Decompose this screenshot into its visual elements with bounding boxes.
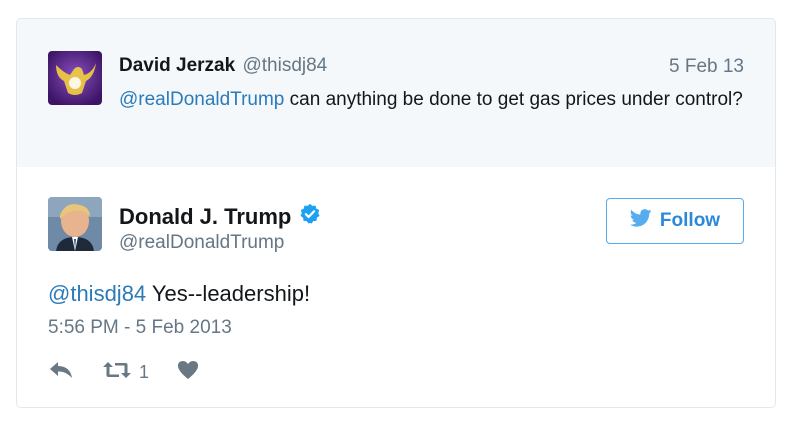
tweet-avatar[interactable] [48,197,102,251]
tweet-actions: 1 [48,360,199,384]
like-action[interactable] [177,360,199,385]
reply-action[interactable] [48,360,74,385]
parent-author-name[interactable]: David Jerzak [119,55,235,76]
follow-button-label: Follow [659,210,721,231]
tweet-text: @thisdj84 Yes--leadership! [48,281,310,307]
parent-author[interactable]: David Jerzak @thisdj84 [119,55,327,77]
parent-tweet-body: can anything be done to get gas prices u… [284,89,743,110]
tweet-body: Yes--leadership! [146,281,311,306]
tweet-author-name[interactable]: Donald J. Trump [119,204,291,230]
parent-tweet-text: @realDonaldTrump can anything be done to… [119,86,759,113]
tweet-author-handle[interactable]: @realDonaldTrump [119,232,284,254]
twitter-bird-icon [629,209,652,233]
parent-mention-link[interactable]: @realDonaldTrump [119,89,284,110]
verified-badge-icon [299,203,321,231]
parent-date[interactable]: 5 Feb 13 [669,56,744,78]
parent-avatar[interactable] [48,51,102,105]
retweet-count: 1 [139,361,150,382]
follow-button[interactable]: Follow [606,198,744,244]
embedded-tweet-card: David Jerzak @thisdj84 5 Feb 13 @realDon… [16,18,776,408]
tweet-mention-link[interactable]: @thisdj84 [48,281,146,306]
parent-author-handle[interactable]: @thisdj84 [242,55,327,76]
tweet-author[interactable]: Donald J. Trump [119,203,321,231]
retweet-icon [102,360,132,385]
retweet-action[interactable]: 1 [102,360,149,385]
parent-tweet: David Jerzak @thisdj84 5 Feb 13 @realDon… [17,19,775,167]
tweet-timestamp[interactable]: 5:56 PM - 5 Feb 2013 [48,317,232,339]
reply-icon [48,360,74,385]
heart-icon [177,360,199,385]
